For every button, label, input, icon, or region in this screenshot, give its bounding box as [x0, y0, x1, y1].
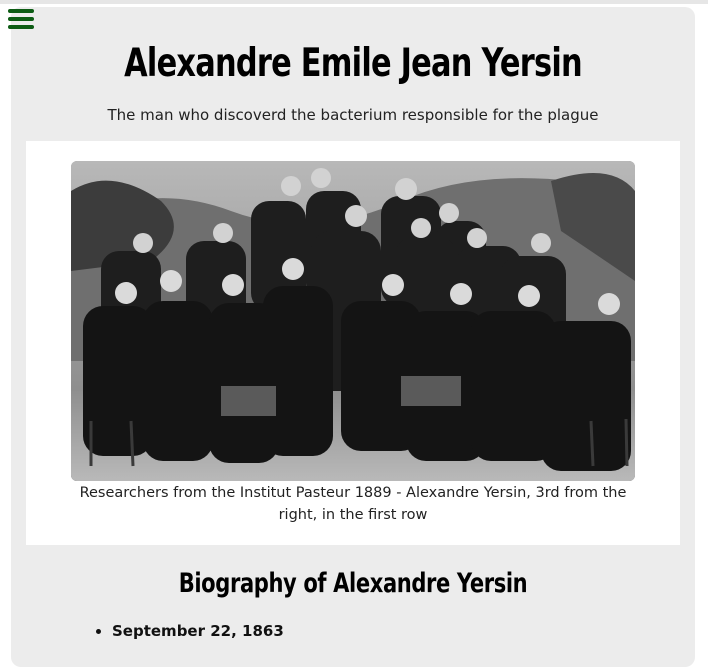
content-panel: Alexandre Emile Jean Yersin The man who …: [11, 7, 695, 667]
menu-bar: [8, 25, 34, 29]
photo-figure: Researchers from the Institut Pasteur 18…: [26, 141, 680, 545]
top-border: [0, 0, 708, 4]
page-subtitle: The man who discoverd the bacterium resp…: [107, 106, 599, 124]
biography-heading: Biography of Alexandre Yersin: [178, 568, 528, 599]
page-title: Alexandre Emile Jean Yersin: [124, 41, 582, 86]
biography-list: September 22, 1863: [93, 622, 284, 640]
biography-list-item: September 22, 1863: [112, 622, 284, 640]
menu-bar: [8, 17, 34, 21]
group-photo: [71, 161, 635, 481]
group-photo-image: [71, 161, 635, 481]
hamburger-menu-icon[interactable]: [8, 9, 34, 31]
photo-caption: Researchers from the Institut Pasteur 18…: [79, 485, 627, 523]
menu-bar: [8, 9, 34, 13]
